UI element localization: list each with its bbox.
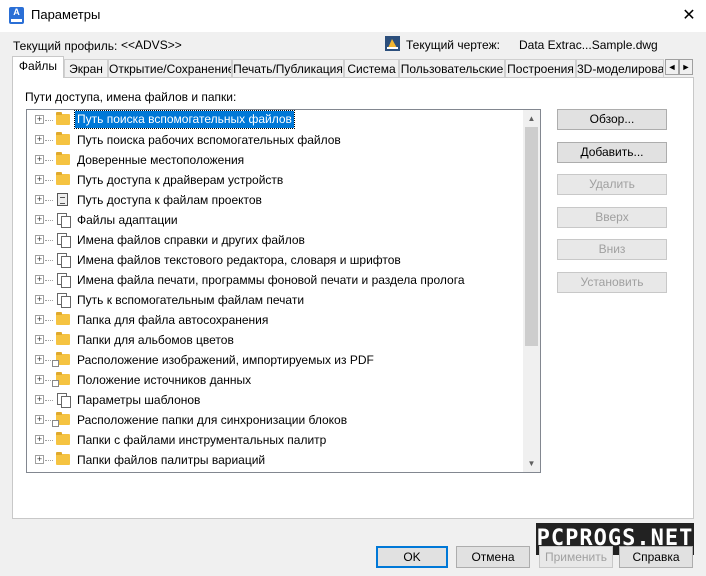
expand-icon[interactable]: +: [35, 175, 44, 184]
tree-item[interactable]: + Папки для альбомов цветов: [27, 330, 521, 350]
tab-user-preferences[interactable]: Пользовательские: [399, 59, 505, 77]
expand-icon[interactable]: +: [35, 375, 44, 384]
expand-icon[interactable]: +: [35, 115, 44, 124]
folder-icon: [56, 432, 70, 445]
folder-icon: [56, 112, 70, 125]
current-drawing-value: Data Extrac...Sample.dwg: [519, 38, 658, 52]
tree-item[interactable]: + Параметры шаблонов: [27, 390, 521, 410]
window-title: Параметры: [31, 7, 101, 22]
expand-icon[interactable]: +: [35, 155, 44, 164]
tree-item[interactable]: + Папки с файлами инструментальных палитр: [27, 430, 521, 450]
tree-item[interactable]: + Имена файла печати, программы фоновой п…: [27, 270, 521, 290]
tree-item[interactable]: + Путь доступа к драйверам устройств: [27, 170, 521, 190]
tab-plot-publish[interactable]: Печать/Публикация: [232, 59, 344, 77]
current-profile-value: <<ADVS>>: [121, 38, 182, 52]
tree-item[interactable]: + Папка для файла автосохранения: [27, 310, 521, 330]
tab-display[interactable]: Экран: [64, 59, 108, 77]
expand-icon[interactable]: +: [35, 135, 44, 144]
pages-icon: [57, 233, 71, 248]
tree-item[interactable]: + Доверенные местоположения: [27, 150, 521, 170]
expand-icon[interactable]: +: [35, 215, 44, 224]
expand-icon[interactable]: +: [35, 315, 44, 324]
help-button[interactable]: Справка: [619, 546, 693, 568]
tab-scroll-left-icon[interactable]: ◄: [665, 59, 679, 75]
folder-icon: [52, 412, 70, 427]
document-icon: [57, 193, 68, 206]
cancel-button[interactable]: Отмена: [456, 546, 530, 568]
folder-icon: [56, 132, 70, 145]
pages-icon: [57, 293, 71, 308]
ok-button[interactable]: OK: [376, 546, 448, 568]
scroll-up-icon[interactable]: ▲: [523, 110, 540, 127]
expand-icon[interactable]: +: [35, 275, 44, 284]
pages-icon: [57, 253, 71, 268]
remove-button[interactable]: Удалить: [557, 174, 667, 195]
tab-strip: Файлы Экран Открытие/Сохранение Печать/П…: [12, 56, 696, 78]
set-current-button[interactable]: Установить: [557, 272, 667, 293]
tree-scrollbar[interactable]: ▲ ▼: [523, 110, 540, 472]
expand-icon[interactable]: +: [35, 195, 44, 204]
tree-item[interactable]: + Путь поиска вспомогательных файлов: [27, 110, 521, 130]
pages-icon: [57, 393, 71, 408]
expand-icon[interactable]: +: [35, 355, 44, 364]
move-down-button[interactable]: Вниз: [557, 239, 667, 260]
browse-button[interactable]: Обзор...: [557, 109, 667, 130]
tab-files[interactable]: Файлы: [12, 56, 64, 78]
tree-item[interactable]: + Файлы адаптации: [27, 210, 521, 230]
title-bar: [0, 0, 706, 32]
folder-icon: [56, 312, 70, 325]
expand-icon[interactable]: +: [35, 415, 44, 424]
tab-open-save[interactable]: Открытие/Сохранение: [108, 59, 232, 77]
tree-item[interactable]: + Расположение папки для синхронизации бл…: [27, 410, 521, 430]
folder-icon: [56, 152, 70, 165]
autocad-app-icon: A: [9, 7, 24, 24]
expand-icon[interactable]: +: [35, 455, 44, 464]
tab-system[interactable]: Система: [344, 59, 399, 77]
tab-3d-modeling[interactable]: 3D-моделирова: [576, 59, 664, 77]
expand-icon[interactable]: +: [35, 295, 44, 304]
tab-scroll-right-icon[interactable]: ►: [679, 59, 693, 75]
current-drawing-label: Текущий чертеж:: [406, 38, 500, 52]
tree-item[interactable]: + Имена файлов текстового редактора, слов…: [27, 250, 521, 270]
scroll-thumb[interactable]: [525, 127, 538, 346]
move-up-button[interactable]: Вверх: [557, 207, 667, 228]
expand-icon[interactable]: +: [35, 335, 44, 344]
tree-item[interactable]: + Положение источников данных: [27, 370, 521, 390]
apply-button[interactable]: Применить: [539, 546, 613, 568]
tree-item[interactable]: + Путь доступа к файлам проектов: [27, 190, 521, 210]
tree-item[interactable]: + Путь поиска рабочих вспомогательных фай…: [27, 130, 521, 150]
add-button[interactable]: Добавить...: [557, 142, 667, 163]
pages-icon: [57, 273, 71, 288]
scroll-down-icon[interactable]: ▼: [523, 455, 540, 472]
expand-icon[interactable]: +: [35, 255, 44, 264]
tree-item[interactable]: + Папки файлов палитры вариаций: [27, 450, 521, 470]
folder-icon: [52, 372, 70, 387]
folder-icon: [56, 452, 70, 465]
expand-icon[interactable]: +: [35, 435, 44, 444]
folder-icon: [52, 352, 70, 367]
folder-icon: [56, 172, 70, 185]
expand-icon[interactable]: +: [35, 235, 44, 244]
paths-tree[interactable]: + Путь поиска вспомогательных файлов + Пут…: [26, 109, 541, 473]
pages-icon: [57, 213, 71, 228]
close-icon[interactable]: ✕: [676, 4, 702, 28]
tree-item[interactable]: + Путь к вспомогательным файлам печати: [27, 290, 521, 310]
tree-item[interactable]: + Имена файлов справки и других файлов: [27, 230, 521, 250]
folder-icon: [56, 332, 70, 345]
tab-drafting[interactable]: Построения: [505, 59, 576, 77]
current-profile-label: Текущий профиль:: [13, 39, 118, 53]
drawing-icon: [385, 36, 400, 51]
tree-item[interactable]: + Расположение изображений, импортируемых…: [27, 350, 521, 370]
expand-icon[interactable]: +: [35, 395, 44, 404]
paths-label: Пути доступа, имена файлов и папки:: [25, 90, 237, 104]
